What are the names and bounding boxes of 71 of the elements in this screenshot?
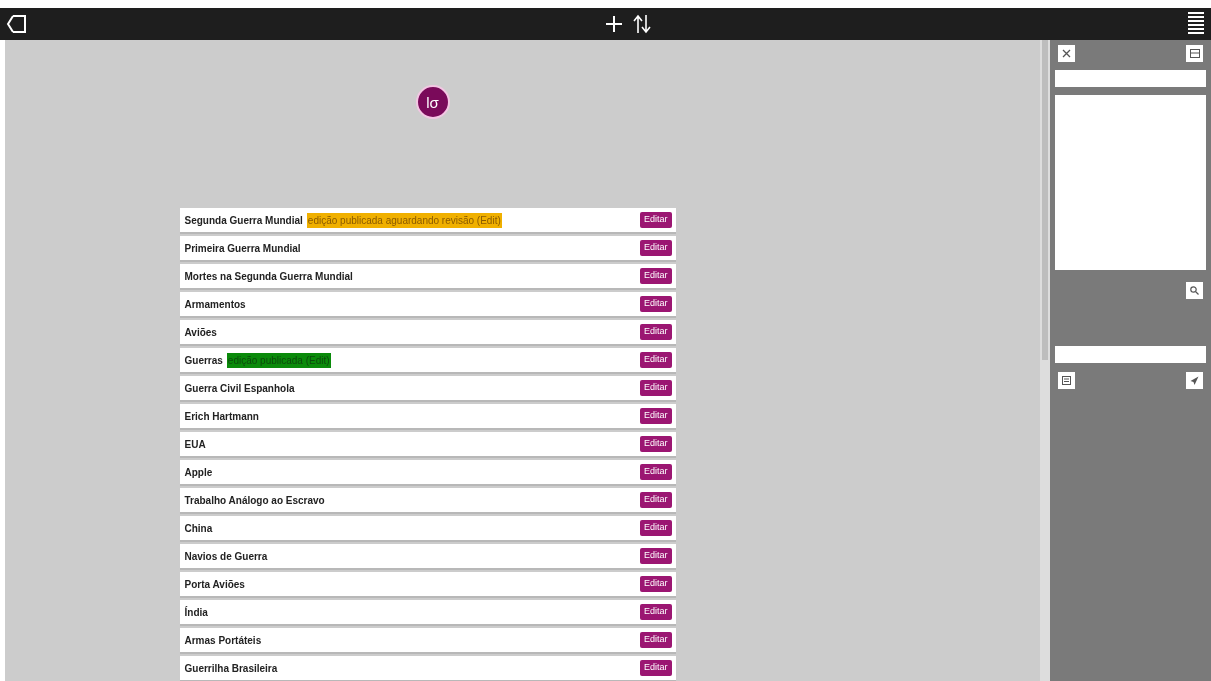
close-button[interactable] [1058, 45, 1075, 62]
logo: lσ [415, 85, 450, 119]
row-title: Guerrilha Brasileira [184, 661, 278, 676]
search-button[interactable] [1186, 282, 1203, 299]
list-row[interactable]: Apple Editar [179, 460, 676, 486]
menu-icon[interactable] [1187, 11, 1205, 37]
edit-button[interactable]: Editar [640, 324, 672, 340]
list-row[interactable]: Guerrilha Brasileira Editar [179, 656, 676, 681]
row-title: Guerra Civil Espanhola [184, 381, 295, 396]
row-title: Índia [184, 605, 208, 620]
send-button[interactable] [1186, 372, 1203, 389]
row-title: Armas Portáteis [184, 633, 262, 648]
edit-button[interactable]: Editar [640, 240, 672, 256]
list-row[interactable]: Segunda Guerra Mundial edição publicada aguardando revisão (Edit) Editar [179, 208, 676, 234]
edit-button[interactable]: Editar [640, 464, 672, 480]
row-title: Apple [184, 465, 213, 480]
list-row[interactable]: Erich Hartmann Editar [179, 404, 676, 430]
input-field[interactable] [1055, 70, 1206, 87]
list-row[interactable]: Navios de Guerra Editar [179, 544, 676, 570]
plus-icon[interactable] [604, 15, 623, 33]
list-row[interactable]: China Editar [179, 516, 676, 542]
search-icon [1190, 286, 1199, 295]
list-row[interactable]: Primeira Guerra Mundial Editar [179, 236, 676, 262]
edit-button[interactable]: Editar [640, 520, 672, 536]
edit-button[interactable]: Editar [640, 296, 672, 312]
row-title: Armamentos [184, 297, 246, 312]
list-row[interactable]: Guerra Civil Espanhola Editar [179, 376, 676, 402]
edit-button[interactable]: Editar [640, 268, 672, 284]
row-title: Guerras [184, 353, 223, 368]
row-title: Segunda Guerra Mundial [184, 213, 303, 228]
row-title: Mortes na Segunda Guerra Mundial [184, 269, 353, 284]
send-icon [1190, 376, 1199, 385]
row-title: EUA [184, 437, 206, 452]
status-tag: edição publicada (Edit) [226, 352, 331, 368]
row-title: Primeira Guerra Mundial [184, 241, 301, 256]
list-row[interactable]: Guerras edição publicada (Edit) Editar [179, 348, 676, 374]
row-title: Trabalho Análogo ao Escravo [184, 493, 325, 508]
list-row[interactable]: Trabalho Análogo ao Escravo Editar [179, 488, 676, 514]
list-icon [1062, 376, 1071, 385]
row-title: Erich Hartmann [184, 409, 259, 424]
edit-button[interactable]: Editar [640, 352, 672, 368]
edit-button[interactable]: Editar [640, 436, 672, 452]
edit-button[interactable]: Editar [640, 212, 672, 228]
edit-button[interactable]: Editar [640, 632, 672, 648]
row-title: Navios de Guerra [184, 549, 268, 564]
scrollbar[interactable] [1040, 40, 1050, 681]
row-title: Aviões [184, 325, 217, 340]
list-row[interactable]: Armas Portáteis Editar [179, 628, 676, 654]
edit-button[interactable]: Editar [640, 604, 672, 620]
list-button[interactable] [1058, 372, 1075, 389]
window-icon [1189, 49, 1200, 58]
exit-icon[interactable] [6, 13, 28, 35]
close-icon [1062, 49, 1071, 58]
list-row[interactable]: Armamentos Editar [179, 292, 676, 318]
edit-button[interactable]: Editar [640, 576, 672, 592]
sort-icon[interactable] [632, 14, 651, 34]
edit-button[interactable]: Editar [640, 492, 672, 508]
row-title: China [184, 521, 213, 536]
row-title: Porta Aviões [184, 577, 245, 592]
list-row[interactable]: Mortes na Segunda Guerra Mundial Editar [179, 264, 676, 290]
list-row[interactable]: Índia Editar [179, 600, 676, 626]
edit-button[interactable]: Editar [640, 548, 672, 564]
edit-button[interactable]: Editar [640, 408, 672, 424]
list-row[interactable]: Aviões Editar [179, 320, 676, 346]
edit-button[interactable]: Editar [640, 660, 672, 676]
panel-button[interactable] [1186, 45, 1203, 62]
list-row[interactable]: EUA Editar [179, 432, 676, 458]
list-row[interactable]: Porta Aviões Editar [179, 572, 676, 598]
status-tag: edição publicada aguardando revisão (Edit) [306, 212, 502, 228]
input-field[interactable] [1055, 346, 1206, 363]
edit-button[interactable]: Editar [640, 380, 672, 396]
